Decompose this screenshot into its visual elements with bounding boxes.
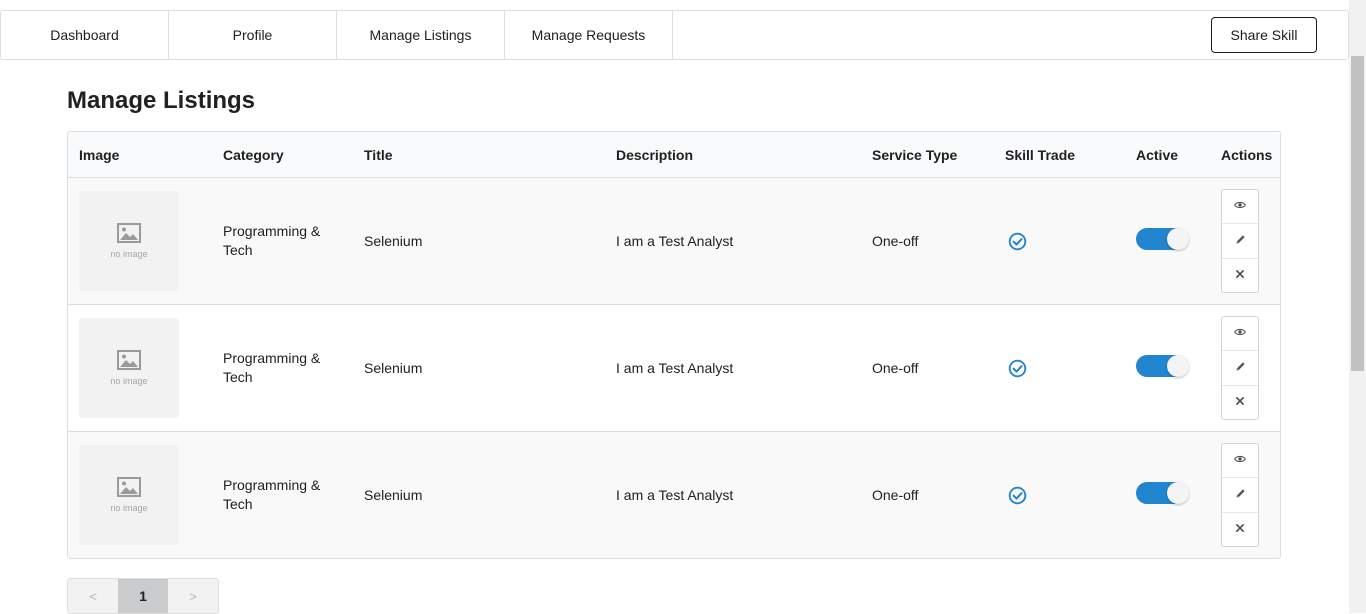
check-circle-icon: [1008, 486, 1027, 505]
header-skill-trade: Skill Trade: [1005, 147, 1076, 163]
header-title: Title: [364, 147, 393, 163]
edit-button[interactable]: [1222, 351, 1258, 386]
tab-manage-requests[interactable]: Manage Requests: [505, 11, 673, 59]
image-icon: [117, 223, 141, 243]
title-cell: Selenium: [364, 486, 423, 503]
pencil-icon: [1235, 486, 1246, 504]
eye-icon: [1234, 198, 1246, 216]
toggle-knob: [1167, 482, 1189, 504]
header-category: Category: [223, 147, 284, 163]
category-cell: Programming & Tech: [223, 477, 321, 512]
pencil-icon: [1235, 232, 1246, 250]
header-description: Description: [616, 147, 694, 163]
active-toggle[interactable]: [1136, 482, 1189, 504]
scrollbar-thumb[interactable]: [1351, 56, 1364, 371]
description-cell: I am a Test Analyst: [616, 486, 734, 503]
pagination: < 1 >: [67, 578, 219, 614]
close-icon: [1235, 266, 1245, 284]
description-cell: I am a Test Analyst: [616, 359, 734, 376]
no-image-text: no image: [110, 376, 148, 386]
no-image-text: no image: [110, 249, 148, 259]
header-service-type: Service Type: [872, 147, 958, 163]
title-cell: Selenium: [364, 359, 423, 376]
category-cell: Programming & Tech: [223, 223, 321, 258]
table-row: no image Programming & Tech Selenium I am a…: [68, 178, 1280, 305]
next-page-button[interactable]: >: [168, 579, 218, 613]
description-cell: I am a Test Analyst: [616, 232, 734, 249]
tab-dashboard[interactable]: Dashboard: [1, 11, 169, 59]
vertical-scrollbar[interactable]: [1349, 0, 1366, 613]
check-circle-icon: [1008, 359, 1027, 378]
service-type-cell: One-off: [872, 232, 919, 249]
toggle-knob: [1167, 355, 1189, 377]
edit-button[interactable]: [1222, 224, 1258, 259]
toggle-knob: [1167, 228, 1189, 250]
active-toggle[interactable]: [1136, 355, 1189, 377]
listing-image-placeholder: no image: [79, 191, 179, 291]
header-active: Active: [1136, 147, 1179, 163]
check-circle-icon: [1008, 232, 1027, 251]
listing-image-placeholder: no image: [79, 318, 179, 418]
tab-manage-listings[interactable]: Manage Listings: [337, 11, 505, 59]
share-skill-button[interactable]: Share Skill: [1211, 17, 1317, 53]
actions-group: [1221, 443, 1259, 547]
category-cell: Programming & Tech: [223, 350, 321, 385]
pencil-icon: [1235, 359, 1246, 377]
listings-table: Image Category Title Description Service…: [67, 131, 1281, 559]
table-header: Image Category Title Description Service…: [68, 132, 1280, 178]
top-menu: Dashboard Profile Manage Listings Manage…: [0, 10, 1349, 60]
table-row: no image Programming & Tech Selenium I am a…: [68, 432, 1280, 558]
delete-button[interactable]: [1222, 386, 1258, 419]
header-image: Image: [79, 147, 120, 163]
close-icon: [1235, 520, 1245, 538]
image-icon: [117, 350, 141, 370]
table-row: no image Programming & Tech Selenium I am a…: [68, 305, 1280, 432]
page-1-button[interactable]: 1: [118, 579, 168, 613]
actions-group: [1221, 189, 1259, 293]
view-button[interactable]: [1222, 444, 1258, 479]
header-actions: Actions: [1221, 147, 1273, 163]
prev-page-button[interactable]: <: [68, 579, 118, 613]
edit-button[interactable]: [1222, 478, 1258, 513]
active-toggle[interactable]: [1136, 228, 1189, 250]
tab-profile[interactable]: Profile: [169, 11, 337, 59]
view-button[interactable]: [1222, 190, 1258, 225]
delete-button[interactable]: [1222, 513, 1258, 546]
listing-image-placeholder: no image: [79, 445, 179, 545]
no-image-text: no image: [110, 503, 148, 513]
eye-icon: [1234, 325, 1246, 343]
title-cell: Selenium: [364, 232, 423, 249]
eye-icon: [1234, 452, 1246, 470]
view-button[interactable]: [1222, 317, 1258, 352]
service-type-cell: One-off: [872, 486, 919, 503]
delete-button[interactable]: [1222, 259, 1258, 292]
page-title: Manage Listings: [67, 87, 256, 114]
actions-group: [1221, 316, 1259, 420]
table-body: no image Programming & Tech Selenium I am a…: [68, 178, 1280, 558]
image-icon: [117, 477, 141, 497]
service-type-cell: One-off: [872, 359, 919, 376]
close-icon: [1235, 393, 1245, 411]
